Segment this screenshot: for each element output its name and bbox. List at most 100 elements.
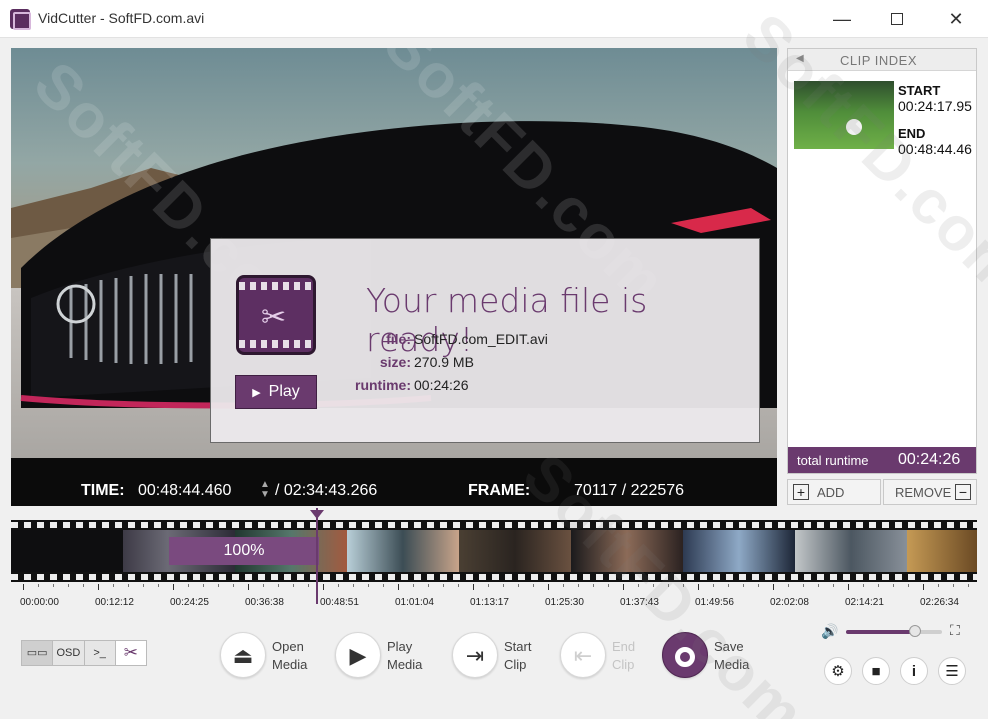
add-clip-label: ADD bbox=[817, 485, 845, 500]
ruler-minor-tick bbox=[608, 584, 609, 587]
runtime-label: runtime: bbox=[355, 377, 411, 393]
ruler-minor-tick bbox=[533, 584, 534, 587]
ruler-minor-tick bbox=[578, 584, 579, 587]
ruler-tick bbox=[173, 584, 174, 590]
about-info-icon[interactable]: i bbox=[900, 657, 928, 685]
media-info-camera-icon[interactable]: ■ bbox=[862, 657, 890, 685]
collapse-arrow-icon[interactable]: ◀ bbox=[796, 53, 804, 64]
ruler-minor-tick bbox=[968, 584, 969, 587]
ruler-minor-tick bbox=[593, 584, 594, 587]
timeline-thumbnails bbox=[11, 530, 977, 572]
osd-toggle[interactable]: OSD bbox=[53, 641, 85, 665]
ruler-tick-label: 02:02:08 bbox=[770, 597, 809, 608]
ruler-tick-label: 01:37:43 bbox=[620, 597, 659, 608]
dialog-play-button[interactable]: ▶ Play bbox=[235, 375, 317, 409]
clip-index-header[interactable]: ◀ CLIP INDEX bbox=[788, 49, 976, 71]
ruler-minor-tick bbox=[638, 584, 639, 587]
ruler-tick-label: 00:12:12 bbox=[95, 597, 134, 608]
playhead-handle-icon[interactable] bbox=[310, 510, 324, 519]
fullscreen-icon[interactable]: ⛶ bbox=[950, 622, 960, 639]
start-clip-icon: ⇥ bbox=[452, 632, 498, 678]
ruler-tick bbox=[473, 584, 474, 590]
window-title: VidCutter - SoftFD.com.avi bbox=[38, 10, 205, 26]
ruler-minor-tick bbox=[263, 584, 264, 587]
clip-index-title: CLIP INDEX bbox=[840, 53, 918, 68]
ruler-minor-tick bbox=[368, 584, 369, 587]
ruler-tick bbox=[923, 584, 924, 590]
ruler-minor-tick bbox=[818, 584, 819, 587]
view-mode-group: ▭▭ OSD >_ ✂ bbox=[21, 640, 147, 666]
ruler-minor-tick bbox=[743, 584, 744, 587]
time-spinner-icon[interactable]: ▲ ▼ bbox=[260, 480, 270, 500]
open-media-label: Open Media bbox=[272, 639, 308, 672]
maximize-button[interactable] bbox=[875, 4, 919, 34]
add-clip-button[interactable]: + ADD bbox=[787, 479, 881, 505]
clip-index-panel: ◀ CLIP INDEX START 00:24:17.95 END 00:48… bbox=[787, 48, 977, 474]
smartcut-toggle-scissors-icon[interactable]: ✂ bbox=[115, 641, 146, 665]
ruler-minor-tick bbox=[878, 584, 879, 587]
ruler-tick bbox=[773, 584, 774, 590]
timeline-slider[interactable]: 100% bbox=[11, 520, 977, 582]
ruler-minor-tick bbox=[188, 584, 189, 587]
timeline-ruler: 00:00:00 00:12:12 00:24:25 00:36:38 00:48:51… bbox=[11, 584, 977, 610]
ruler-minor-tick bbox=[128, 584, 129, 587]
close-button[interactable]: ✕ bbox=[934, 4, 978, 34]
volume-icon[interactable]: 🔊 bbox=[821, 623, 838, 640]
minimize-button[interactable]: — bbox=[820, 4, 864, 34]
time-hud: TIME: 00:48:44.460 ▲ ▼ / 02:34:43.266 FRA… bbox=[11, 476, 777, 506]
ruler-minor-tick bbox=[683, 584, 684, 587]
file-value: SoftFD.com_EDIT.avi bbox=[414, 331, 548, 347]
ruler-tick bbox=[848, 584, 849, 590]
ruler-minor-tick bbox=[413, 584, 414, 587]
clip-start-label: START bbox=[898, 83, 941, 98]
scissors-icon: ✂ bbox=[261, 301, 287, 334]
start-clip-label: Start Clip bbox=[504, 639, 532, 672]
ruler-tick-label: 00:00:00 bbox=[20, 597, 59, 608]
ruler-tick-label: 01:01:04 bbox=[395, 597, 434, 608]
ruler-minor-tick bbox=[758, 584, 759, 587]
duration-value: / 02:34:43.266 bbox=[275, 482, 378, 499]
ruler-minor-tick bbox=[938, 584, 939, 587]
clip-start-time: 00:24:17.95 bbox=[898, 98, 972, 114]
clip-thumbnail[interactable] bbox=[794, 81, 894, 149]
ruler-minor-tick bbox=[908, 584, 909, 587]
save-record-icon bbox=[662, 632, 708, 678]
ruler-minor-tick bbox=[38, 584, 39, 587]
end-clip-icon: ⇤ bbox=[560, 632, 606, 678]
ruler-minor-tick bbox=[53, 584, 54, 587]
volume-fill bbox=[846, 630, 916, 634]
ruler-minor-tick bbox=[563, 584, 564, 587]
clip-info: START 00:24:17.95 END 00:48:44.46 bbox=[898, 83, 976, 169]
remove-clip-button[interactable]: REMOVE − bbox=[883, 479, 977, 505]
ruler-tick-label: 00:48:51 bbox=[320, 597, 359, 608]
vidcutter-logo-icon: ✂ bbox=[236, 275, 316, 355]
ruler-minor-tick bbox=[728, 584, 729, 587]
ruler-minor-tick bbox=[428, 584, 429, 587]
frame-label: FRAME: bbox=[468, 482, 531, 499]
ruler-minor-tick bbox=[713, 584, 714, 587]
ruler-tick bbox=[323, 584, 324, 590]
ruler-tick bbox=[698, 584, 699, 590]
ruler-tick bbox=[398, 584, 399, 590]
volume-handle[interactable] bbox=[909, 625, 922, 637]
time-value[interactable]: 00:48:44.460 bbox=[138, 482, 231, 500]
ruler-minor-tick bbox=[488, 584, 489, 587]
filmstrip-toggle[interactable]: ▭▭ bbox=[22, 641, 54, 665]
console-toggle[interactable]: >_ bbox=[85, 641, 116, 665]
total-runtime-bar: total runtime 00:24:26 bbox=[788, 447, 976, 473]
ruler-tick-label: 01:49:56 bbox=[695, 597, 734, 608]
ruler-minor-tick bbox=[668, 584, 669, 587]
title-bar: VidCutter - SoftFD.com.avi — ✕ bbox=[0, 0, 988, 38]
menu-list-icon[interactable]: ☰ bbox=[938, 657, 966, 685]
app-icon bbox=[10, 9, 31, 30]
remove-clip-label: REMOVE bbox=[895, 485, 952, 500]
settings-gear-icon[interactable]: ⚙ bbox=[824, 657, 852, 685]
export-progress-bar: 100% bbox=[169, 537, 319, 565]
ruler-minor-tick bbox=[338, 584, 339, 587]
golf-ball-image bbox=[846, 119, 862, 135]
volume-slider[interactable] bbox=[846, 625, 942, 637]
ruler-minor-tick bbox=[788, 584, 789, 587]
ruler-tick-label: 02:26:34 bbox=[920, 597, 959, 608]
end-clip-label: End Clip bbox=[612, 639, 636, 672]
ruler-minor-tick bbox=[503, 584, 504, 587]
